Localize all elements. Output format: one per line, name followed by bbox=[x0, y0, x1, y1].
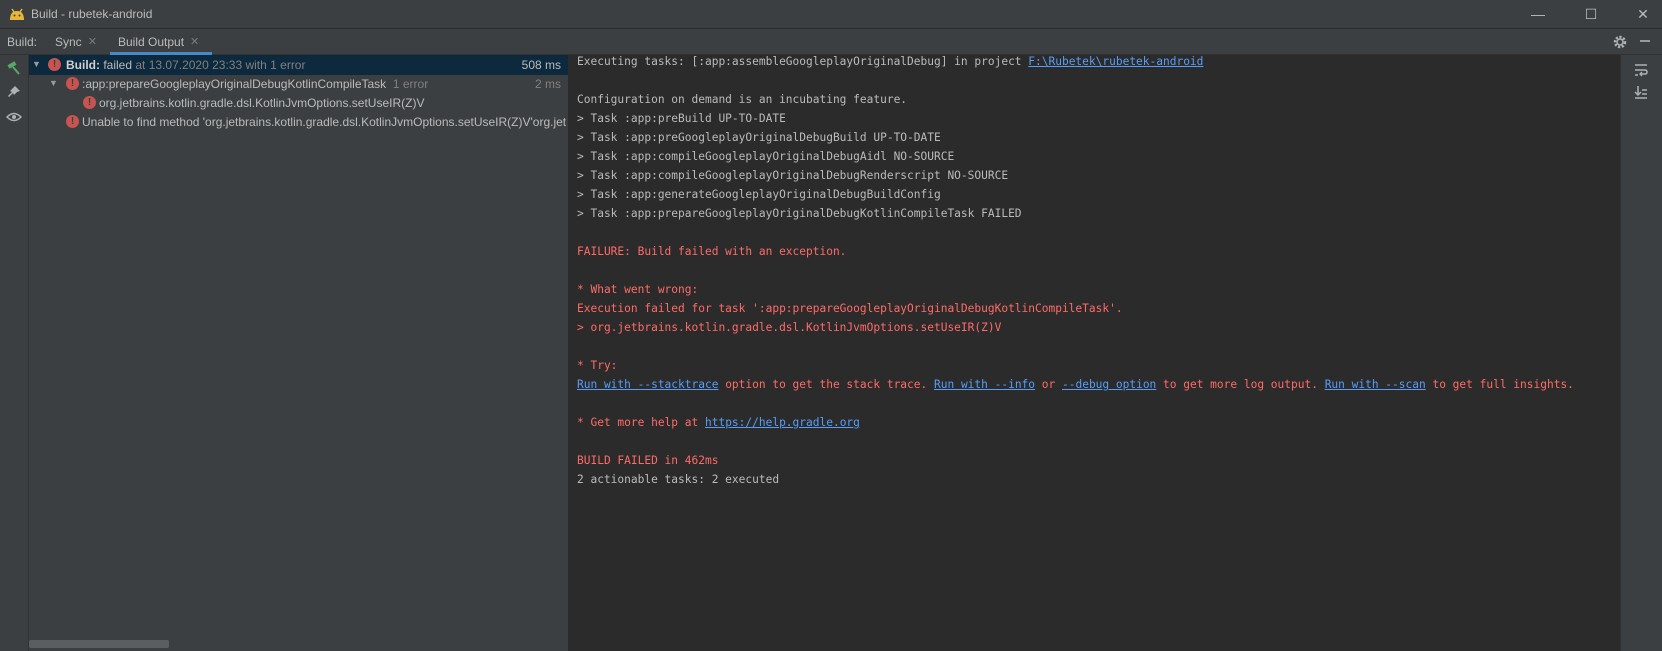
error-icon: ! bbox=[66, 77, 79, 90]
console-help-line: * Get more help at https://help.gradle.o… bbox=[577, 416, 860, 435]
scan-link[interactable]: Run with --scan bbox=[1325, 378, 1426, 391]
build-status: failed bbox=[100, 58, 133, 72]
tab-build-output[interactable]: Build Output ✕ bbox=[110, 29, 212, 55]
tree-root-label: Build: failed at 13.07.2020 23:33 with 1… bbox=[66, 58, 305, 72]
build-summary: at 13.07.2020 23:33 with 1 error bbox=[132, 58, 306, 72]
console-wrong-line: Execution failed for task ':app:prepareG… bbox=[577, 302, 1123, 315]
error-icon: ! bbox=[83, 96, 96, 109]
console-config-line: Configuration on demand is an incubating… bbox=[577, 93, 908, 106]
android-studio-icon bbox=[10, 8, 24, 20]
gear-icon[interactable] bbox=[1612, 34, 1628, 50]
console-task-line: > Task :app:preBuild UP-TO-DATE bbox=[577, 112, 786, 125]
console-task-line: > Task :app:compileGoogleplayOriginalDeb… bbox=[577, 150, 955, 163]
right-tool-strip bbox=[1620, 55, 1662, 651]
title-bar: Build - rubetek-android — ☐ ✕ bbox=[0, 0, 1662, 29]
tab-build-output-close-icon[interactable]: ✕ bbox=[190, 35, 199, 48]
build-bold-label: Build: bbox=[66, 58, 100, 72]
help-text: * Get more help at bbox=[577, 416, 705, 429]
tab-sync[interactable]: Sync ✕ bbox=[55, 29, 97, 54]
eye-icon[interactable] bbox=[6, 109, 22, 125]
console-task-line: > Task :app:compileGoogleplayOriginalDeb… bbox=[577, 169, 1009, 182]
task-child-label: org.jetbrains.kotlin.gradle.dsl.KotlinJv… bbox=[99, 96, 425, 110]
soft-wrap-icon[interactable] bbox=[1633, 62, 1649, 78]
task-duration: 2 ms bbox=[534, 77, 561, 91]
tree-task-child-row[interactable]: ! org.jetbrains.kotlin.gradle.dsl.Kotlin… bbox=[29, 93, 568, 113]
task-label-group: :app:prepareGoogleplayOriginalDebugKotli… bbox=[82, 77, 428, 91]
console-task-line: > Task :app:prepareGoogleplayOriginalDeb… bbox=[577, 207, 1022, 220]
build-duration: 508 ms bbox=[521, 58, 561, 72]
expand-arrow-icon[interactable]: ▼ bbox=[32, 59, 41, 69]
expand-arrow-icon[interactable]: ▼ bbox=[49, 78, 58, 88]
error-icon: ! bbox=[48, 58, 61, 71]
console-wrong-header: * What went wrong: bbox=[577, 283, 699, 296]
exec-text: Executing tasks: [:app:assembleGooglepla… bbox=[577, 55, 1029, 68]
try-text: or bbox=[1035, 378, 1062, 391]
tree-root-build[interactable]: ▼ ! Build: failed at 13.07.2020 23:33 wi… bbox=[29, 55, 568, 75]
tab-sync-label: Sync bbox=[55, 34, 82, 49]
minimize-button[interactable]: — bbox=[1515, 0, 1561, 28]
hammer-icon[interactable] bbox=[6, 60, 22, 76]
left-tool-strip bbox=[0, 55, 29, 651]
error-row-label: Unable to find method 'org.jetbrains.kot… bbox=[82, 115, 567, 129]
console-exec-line: Executing tasks: [:app:assembleGooglepla… bbox=[577, 55, 1203, 74]
build-tree: ▼ ! Build: failed at 13.07.2020 23:33 wi… bbox=[29, 55, 569, 651]
console-failure-line: FAILURE: Build failed with an exception. bbox=[577, 245, 847, 258]
gradle-help-link[interactable]: https://help.gradle.org bbox=[705, 416, 860, 429]
tree-task-row[interactable]: ▼ ! :app:prepareGoogleplayOriginalDebugK… bbox=[29, 74, 568, 94]
try-text: to get more log output. bbox=[1156, 378, 1325, 391]
error-icon: ! bbox=[66, 115, 79, 128]
console-try-line: Run with --stacktrace option to get the … bbox=[577, 378, 1574, 397]
console-actionable-line: 2 actionable tasks: 2 executed bbox=[577, 473, 780, 486]
tree-horizontal-scrollbar[interactable] bbox=[29, 640, 169, 648]
window-title: Build - rubetek-android bbox=[31, 7, 153, 21]
task-label: :app:prepareGoogleplayOriginalDebugKotli… bbox=[82, 77, 387, 91]
scroll-to-end-icon[interactable] bbox=[1633, 84, 1649, 100]
try-text: option to get the stack trace. bbox=[718, 378, 934, 391]
build-label: Build: bbox=[7, 35, 38, 49]
build-console: Executing tasks: [:app:assembleGooglepla… bbox=[569, 55, 1620, 651]
maximize-button[interactable]: ☐ bbox=[1568, 0, 1614, 28]
debug-link[interactable]: --debug option bbox=[1062, 378, 1156, 391]
try-text: to get full insights. bbox=[1425, 378, 1574, 391]
tree-error-row[interactable]: ! Unable to find method 'org.jetbrains.k… bbox=[29, 112, 568, 132]
task-error-count: 1 error bbox=[392, 77, 429, 91]
info-link[interactable]: Run with --info bbox=[934, 378, 1035, 391]
console-task-line: > Task :app:generateGoogleplayOriginalDe… bbox=[577, 188, 941, 201]
console-task-line: > Task :app:preGoogleplayOriginalDebugBu… bbox=[577, 131, 941, 144]
console-wrong-line: > org.jetbrains.kotlin.gradle.dsl.Kotlin… bbox=[577, 321, 1002, 334]
console-try-header: * Try: bbox=[577, 359, 618, 372]
hide-panel-icon[interactable] bbox=[1640, 40, 1650, 42]
close-button[interactable]: ✕ bbox=[1620, 0, 1662, 28]
tab-sync-close-icon[interactable]: ✕ bbox=[88, 35, 97, 48]
build-tab-bar: Build: Sync ✕ Build Output ✕ bbox=[0, 29, 1662, 55]
stacktrace-link[interactable]: Run with --stacktrace bbox=[577, 378, 718, 391]
project-path-link[interactable]: F:\Rubetek\rubetek-android bbox=[1028, 55, 1203, 68]
pin-icon[interactable] bbox=[6, 84, 22, 100]
console-build-failed-line: BUILD FAILED in 462ms bbox=[577, 454, 719, 467]
tab-build-output-label: Build Output bbox=[118, 34, 185, 49]
